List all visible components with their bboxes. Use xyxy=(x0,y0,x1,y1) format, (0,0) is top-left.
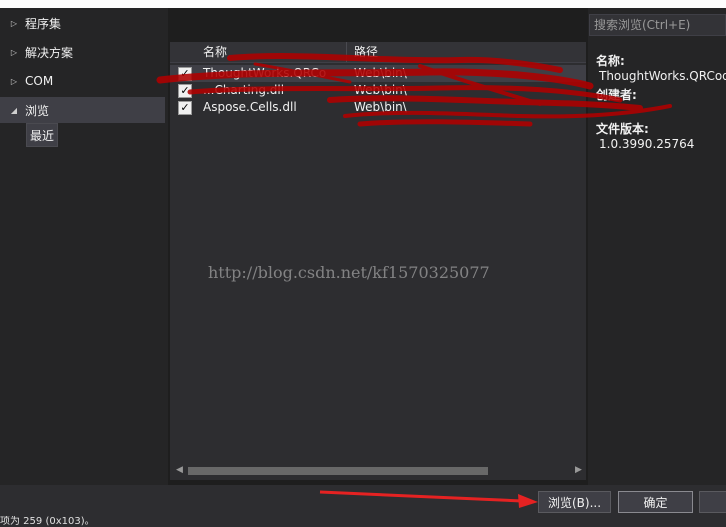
scroll-right-icon[interactable]: ▶ xyxy=(575,465,582,475)
browse-button[interactable]: 浏览(B)... xyxy=(538,491,611,513)
row-path: Web\bin\ xyxy=(354,83,407,97)
nav-subitem-label: 最近 xyxy=(30,128,55,143)
row-checkbox[interactable]: ✓ xyxy=(178,101,192,115)
name-value: ThoughtWorks.QRCod xyxy=(599,69,726,83)
expand-arrow-icon: ▷ xyxy=(10,76,18,86)
search-box[interactable] xyxy=(589,14,726,36)
nav-item-solution[interactable]: ▷ 解决方案 xyxy=(0,39,165,65)
version-value: 1.0.3990.25764 xyxy=(599,137,695,151)
nav-item-label: 程序集 xyxy=(25,16,62,31)
row-name: ...Charting.dll xyxy=(203,83,285,97)
nav-item-label: 浏览 xyxy=(25,103,50,118)
expand-arrow-icon: ▷ xyxy=(10,18,18,28)
row-name: Aspose.Cells.dll xyxy=(203,100,297,114)
ok-button[interactable]: 确定 xyxy=(618,491,693,513)
table-row[interactable]: ✓ Aspose.Cells.dll Web\bin\ xyxy=(170,99,586,116)
nav-item-label: 解决方案 xyxy=(25,45,74,60)
nav-item-browse[interactable]: ◢ 浏览 xyxy=(0,97,165,123)
nav-item-com[interactable]: ▷ COM xyxy=(0,68,165,94)
expand-arrow-icon: ▷ xyxy=(10,47,18,57)
nav-subitem-recent[interactable]: 最近 xyxy=(26,123,59,147)
column-header-path[interactable]: 路径 xyxy=(354,42,378,62)
reference-list: 名称 路径 ✓ ThoughtWorks.QRCo Web\bin\ ✓ ...… xyxy=(170,42,586,480)
watermark-text: http://blog.csdn.net/kf1570325077 xyxy=(208,263,490,282)
row-checkbox[interactable]: ✓ xyxy=(178,84,192,98)
collapse-arrow-icon: ◢ xyxy=(10,105,18,115)
cancel-button[interactable] xyxy=(699,491,726,513)
creator-label: 创建者: xyxy=(596,88,637,102)
nav-item-assemblies[interactable]: ▷ 程序集 xyxy=(0,10,165,36)
list-header: 名称 路径 xyxy=(170,42,586,63)
scrollbar-thumb[interactable] xyxy=(188,467,488,475)
column-header-name[interactable]: 名称 xyxy=(203,42,227,62)
status-text: 项为 259 (0x103)。 xyxy=(0,516,95,527)
row-name: ThoughtWorks.QRCo xyxy=(203,66,327,80)
nav-item-label: COM xyxy=(25,74,54,88)
row-checkbox[interactable]: ✓ xyxy=(178,67,192,81)
scroll-left-icon[interactable]: ◀ xyxy=(176,465,183,475)
window-top-strip xyxy=(0,0,726,8)
name-label: 名称: xyxy=(596,54,625,68)
column-separator[interactable] xyxy=(346,42,347,62)
row-path: Web\bin\ xyxy=(354,100,407,114)
horizontal-scrollbar[interactable]: ◀ ▶ xyxy=(170,462,586,480)
search-input[interactable] xyxy=(590,15,725,35)
version-label: 文件版本: xyxy=(596,122,649,136)
table-row[interactable]: ✓ ...Charting.dll Web\bin\ xyxy=(170,82,586,99)
table-row[interactable]: ✓ ThoughtWorks.QRCo Web\bin\ xyxy=(170,65,586,82)
row-path: Web\bin\ xyxy=(354,66,407,80)
